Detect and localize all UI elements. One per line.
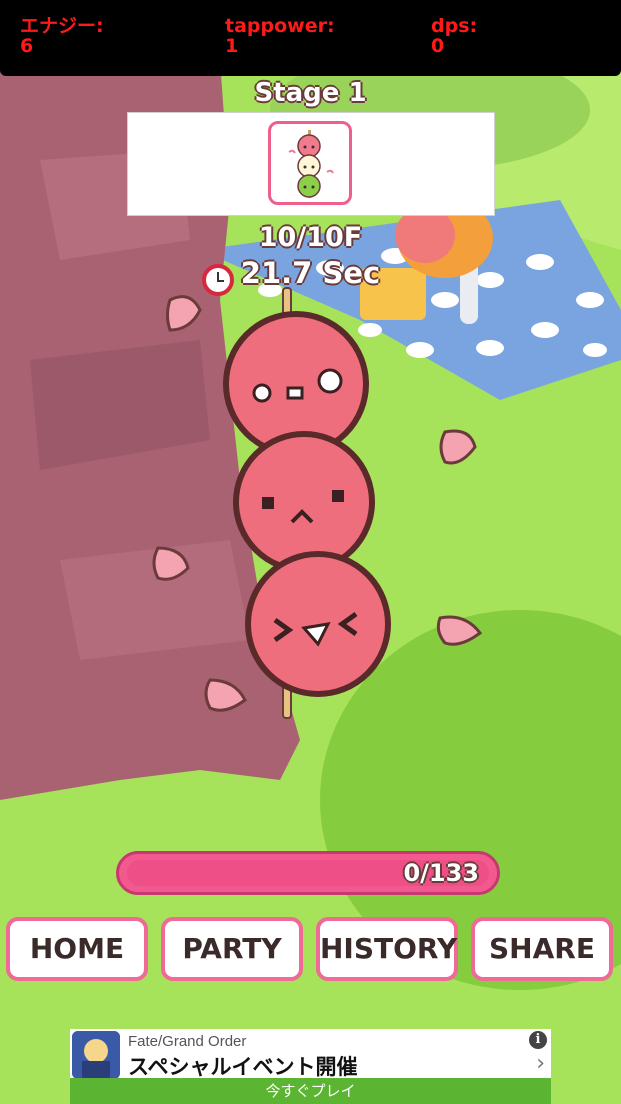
ad-banner[interactable]: Fate/Grand Order スペシャルイベント開催 i › 今すぐプレイ — [70, 1029, 551, 1104]
energy-stat: エナジー: 6 — [20, 16, 104, 56]
tappower-value: 1 — [225, 35, 239, 57]
party-button[interactable]: PARTY — [161, 917, 303, 981]
tappower-label: tappower: — [225, 15, 335, 37]
ad-info-icon[interactable]: i — [529, 1031, 547, 1049]
home-button[interactable]: HOME — [6, 917, 148, 981]
history-button[interactable]: HISTORY — [316, 917, 458, 981]
tappower-stat: tappower: 1 — [225, 16, 335, 56]
energy-value: 6 — [20, 35, 34, 57]
hp-label: 0/133 — [403, 859, 479, 887]
dps-value: 0 — [431, 35, 445, 57]
ad-app-icon — [72, 1031, 120, 1079]
ad-cta-button[interactable]: 今すぐプレイ — [70, 1078, 551, 1104]
enemy-thumbnail[interactable] — [268, 121, 352, 205]
dps-label: dps: — [431, 15, 478, 37]
dango-icon — [288, 130, 334, 198]
ad-source: Fate/Grand Order — [128, 1033, 247, 1050]
dango-enemy-tap-area[interactable] — [220, 290, 400, 720]
enemy-hp-bar: 0/133 — [116, 851, 500, 895]
status-hud: エナジー: 6 tappower: 1 dps: 0 — [0, 0, 621, 76]
dps-stat: dps: 0 — [431, 16, 477, 56]
ad-headline: スペシャルイベント開催 — [128, 1055, 358, 1079]
energy-label: エナジー: — [20, 15, 104, 37]
floor-counter: 10/10F — [258, 222, 363, 253]
time-remaining: 21.7 Sec — [240, 256, 381, 290]
stage-title: Stage 1 — [254, 78, 367, 108]
chevron-right-icon[interactable]: › — [536, 1051, 545, 1076]
share-button[interactable]: SHARE — [471, 917, 613, 981]
enemy-panel — [127, 112, 495, 216]
